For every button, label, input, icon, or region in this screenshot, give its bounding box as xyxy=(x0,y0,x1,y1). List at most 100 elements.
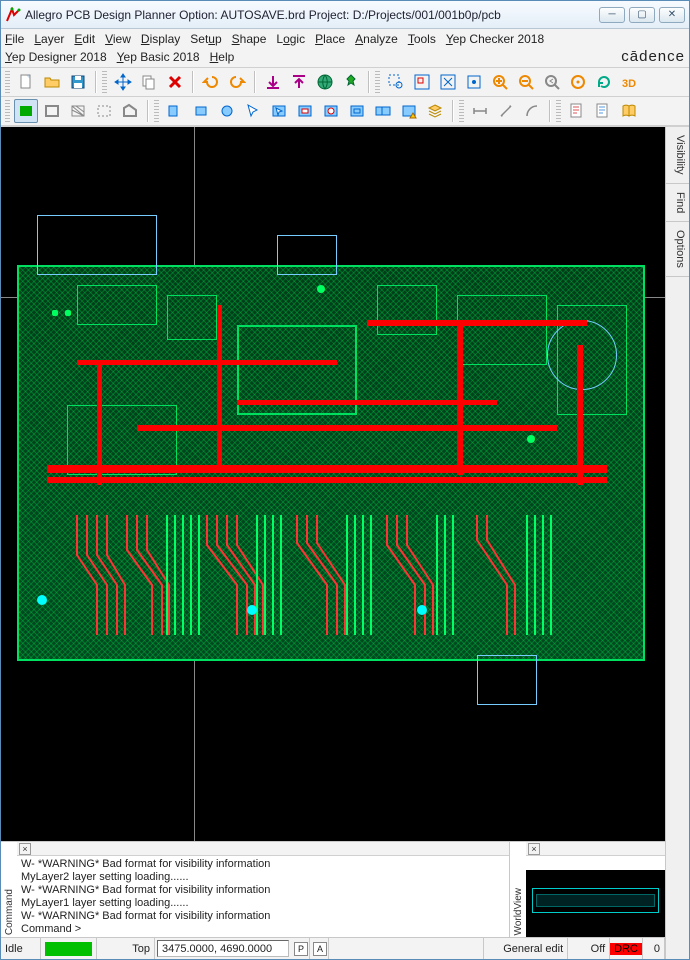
status-p-button[interactable]: P xyxy=(291,938,310,959)
menu-yep-basic[interactable]: Yep Basic 2018 xyxy=(117,48,200,66)
menu-tools[interactable]: Tools xyxy=(408,30,436,48)
console-line: MyLayer2 layer setting loading...... xyxy=(21,871,505,884)
redraw-button[interactable] xyxy=(592,70,616,94)
menu-setup[interactable]: Setup xyxy=(190,30,221,48)
toolbar-grip[interactable] xyxy=(5,71,10,93)
status-progress xyxy=(41,938,97,959)
new-file-button[interactable] xyxy=(14,70,38,94)
worldview-close-button[interactable]: × xyxy=(528,843,540,855)
warning-shape-button[interactable] xyxy=(397,99,421,123)
console-close-button[interactable]: × xyxy=(19,843,31,855)
console-line: W- *WARNING* Bad format for visibility i… xyxy=(21,858,505,871)
zoom-in-button[interactable] xyxy=(488,70,512,94)
design-canvas[interactable] xyxy=(1,127,665,841)
redo-button[interactable] xyxy=(225,70,249,94)
window-controls: ─ ▢ ✕ xyxy=(599,7,685,23)
dim-horiz-button[interactable] xyxy=(468,99,492,123)
zoom-fit-button[interactable] xyxy=(436,70,460,94)
console-line: W- *WARNING* Bad format for visibility i… xyxy=(21,884,505,897)
toolbar-grip[interactable] xyxy=(5,100,10,122)
title-bar: Allegro PCB Design Planner Option: AUTOS… xyxy=(1,1,689,29)
menu-shape[interactable]: Shape xyxy=(232,30,267,48)
minimize-button[interactable]: ─ xyxy=(599,7,625,23)
status-off[interactable]: Off xyxy=(568,938,610,959)
status-coords[interactable]: 3475.0000, 4690.0000 xyxy=(157,940,289,957)
shape-rect-fill-button[interactable] xyxy=(14,99,38,123)
copy-button[interactable] xyxy=(137,70,161,94)
status-layer[interactable]: Top xyxy=(97,938,155,959)
menu-yep-checker[interactable]: Yep Checker 2018 xyxy=(446,30,544,48)
maximize-button[interactable]: ▢ xyxy=(629,7,655,23)
merge-button[interactable] xyxy=(371,99,395,123)
console-output[interactable]: W- *WARNING* Bad format for visibility i… xyxy=(17,856,509,937)
dim-diag-button[interactable] xyxy=(494,99,518,123)
pcb-board xyxy=(17,265,645,661)
toolbar-grip[interactable] xyxy=(102,71,107,93)
dim-arc-button[interactable] xyxy=(520,99,544,123)
move-button[interactable] xyxy=(111,70,135,94)
status-count: 0 xyxy=(643,938,665,959)
menu-place[interactable]: Place xyxy=(315,30,345,48)
edit-rect-l-button[interactable] xyxy=(163,99,187,123)
zoom-extents-button[interactable] xyxy=(462,70,486,94)
report2-button[interactable] xyxy=(591,99,615,123)
worldview-tab-label[interactable]: WorldView xyxy=(510,842,526,937)
status-bar: Idle Top 3475.0000, 4690.0000 P A Genera… xyxy=(1,937,665,959)
void-poly-button[interactable] xyxy=(345,99,369,123)
sidetab-visibility[interactable]: Visibility xyxy=(666,127,689,184)
status-drc[interactable]: DRC xyxy=(610,938,643,959)
window-title: Allegro PCB Design Planner Option: AUTOS… xyxy=(25,8,599,22)
zoom-out-button[interactable] xyxy=(514,70,538,94)
zoom-region-button[interactable] xyxy=(410,70,434,94)
zoom-prev-button[interactable] xyxy=(540,70,564,94)
menu-display[interactable]: Display xyxy=(141,30,180,48)
save-button[interactable] xyxy=(66,70,90,94)
edit-rect-button[interactable] xyxy=(189,99,213,123)
undo-button[interactable] xyxy=(199,70,223,94)
console-tab-label[interactable]: Command xyxy=(1,842,17,937)
status-mode[interactable]: General edit xyxy=(484,938,568,959)
zoom-center-button[interactable] xyxy=(566,70,590,94)
delete-button[interactable] xyxy=(163,70,187,94)
report-button[interactable] xyxy=(565,99,589,123)
view-3d-button[interactable]: 3D xyxy=(618,70,642,94)
void-circle-button[interactable] xyxy=(319,99,343,123)
menu-logic[interactable]: Logic xyxy=(276,30,305,48)
close-button[interactable]: ✕ xyxy=(659,7,685,23)
select-rect-button[interactable] xyxy=(267,99,291,123)
toolbar-grip[interactable] xyxy=(154,100,159,122)
shape-rect-outline-button[interactable] xyxy=(40,99,64,123)
brand-logo: cādence xyxy=(621,48,685,66)
shape-rect-hatch-button[interactable] xyxy=(66,99,90,123)
edit-circle-button[interactable] xyxy=(215,99,239,123)
menu-file[interactable]: File xyxy=(5,30,24,48)
worldview-panel: WorldView × xyxy=(510,842,665,937)
open-button[interactable] xyxy=(40,70,64,94)
pin-button[interactable] xyxy=(339,70,363,94)
toolbar-grip[interactable] xyxy=(556,100,561,122)
menu-edit[interactable]: Edit xyxy=(74,30,95,48)
shape-rect-dash-button[interactable] xyxy=(92,99,116,123)
menu-view[interactable]: View xyxy=(105,30,131,48)
layers-button[interactable] xyxy=(423,99,447,123)
status-a-button[interactable]: A xyxy=(310,938,329,959)
sidetab-find[interactable]: Find xyxy=(666,184,689,222)
menu-analyze[interactable]: Analyze xyxy=(355,30,398,48)
worldview-canvas[interactable] xyxy=(526,870,665,937)
shape-poly-button[interactable] xyxy=(118,99,142,123)
globe-button[interactable] xyxy=(313,70,337,94)
sidetab-options[interactable]: Options xyxy=(666,222,689,277)
bottom-panels: Command × W- *WARNING* Bad format for vi… xyxy=(1,841,665,937)
select-button[interactable] xyxy=(241,99,265,123)
app-icon xyxy=(5,7,21,23)
toolbar-grip[interactable] xyxy=(375,71,380,93)
menu-layer[interactable]: Layer xyxy=(34,30,64,48)
toolbar-grip[interactable] xyxy=(459,100,464,122)
menu-yep-designer[interactable]: Yep Designer 2018 xyxy=(5,48,107,66)
void-button[interactable] xyxy=(293,99,317,123)
menu-help[interactable]: Help xyxy=(210,48,235,66)
layer-down-button[interactable] xyxy=(261,70,285,94)
book-button[interactable] xyxy=(617,99,641,123)
layer-up-button[interactable] xyxy=(287,70,311,94)
zoom-window-button[interactable] xyxy=(384,70,408,94)
